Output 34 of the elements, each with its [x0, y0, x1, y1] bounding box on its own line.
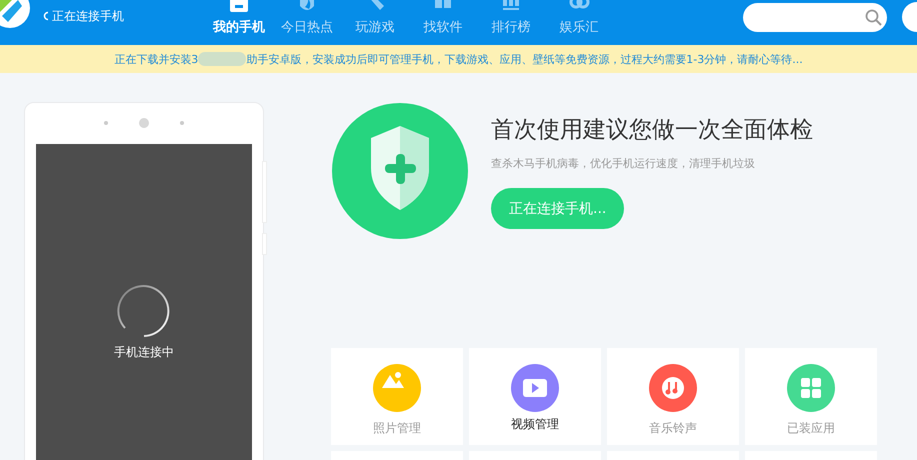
nav-tab[interactable]: 找软件: [417, 0, 469, 36]
search-icon[interactable]: [865, 8, 883, 26]
spinner-icon: [42, 11, 50, 21]
bar-chart-icon: [500, 0, 522, 12]
search-field[interactable]: [743, 3, 887, 32]
music-note-icon: [649, 364, 697, 412]
download-notice: 正在下载并安装3: [114, 52, 198, 66]
feature-tile[interactable]: 视频管理: [469, 348, 601, 445]
loading-spinner-icon: [117, 284, 171, 338]
connecting-button[interactable]: 正在连接手机...: [491, 188, 624, 229]
app-logo-icon: [0, 0, 30, 30]
tile-label: 音乐铃声: [649, 420, 697, 437]
nav-tab[interactable]: 我的手机: [213, 0, 265, 36]
play-icon: [511, 364, 559, 412]
redaction-blur: [198, 52, 246, 66]
nav-tab[interactable]: 排行榜: [485, 0, 537, 36]
mountain-icon: [373, 364, 421, 412]
feature-tile[interactable]: 已装应用: [745, 348, 877, 445]
tile-label: 照片管理: [373, 420, 421, 437]
feature-tile[interactable]: 照片管理: [331, 348, 463, 445]
nav-tab[interactable]: 娱乐汇: [553, 0, 605, 36]
tile-label: 已装应用: [787, 420, 835, 437]
nav-tab[interactable]: 今日热点: [281, 0, 333, 36]
shield-plus-icon: [331, 102, 469, 240]
feature-tile[interactable]: 音乐铃声: [607, 348, 739, 445]
camera-dots-icon: [102, 117, 186, 129]
download-notice: 助手安卓版，安装成功后即可管理手机，下载游戏、应用、壁纸等免费资源，过程大约需要1-3分钟，请耐心等待...: [246, 52, 803, 66]
connection-status: 正在连接手机: [52, 9, 124, 23]
checkup-description: 查杀木马手机病毒，优化手机运行速度，清理手机垃圾: [491, 156, 755, 171]
four-squares-icon: [787, 364, 835, 412]
tile-label: 视频管理: [511, 416, 559, 433]
checkup-title: 首次使用建议您做一次全面体检: [491, 116, 813, 144]
nav-tab[interactable]: 玩游戏: [349, 0, 401, 36]
connecting-label: 手机连接中: [114, 344, 174, 361]
